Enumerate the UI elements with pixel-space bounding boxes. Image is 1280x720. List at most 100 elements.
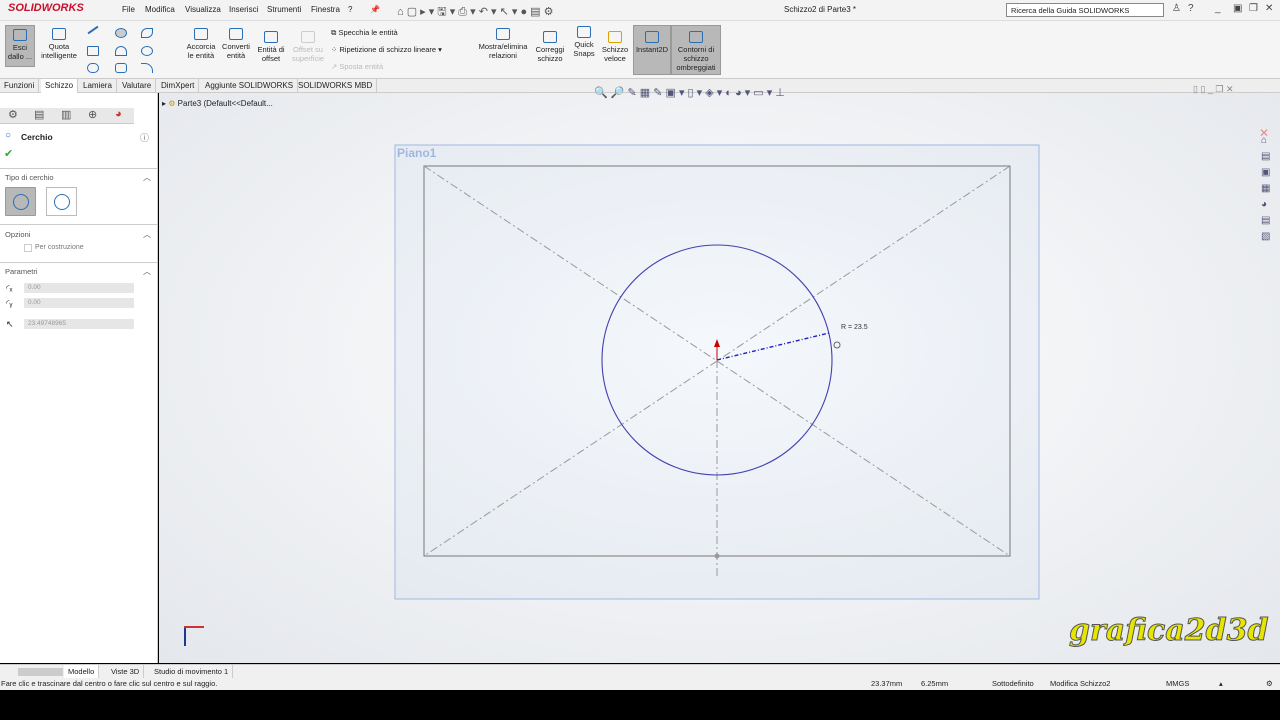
menu-finestra[interactable]: Finestra bbox=[311, 5, 340, 14]
arc-tool-icon[interactable] bbox=[115, 46, 127, 56]
instant2d-button[interactable]: Instant2D bbox=[633, 25, 671, 75]
status-x: 23.37mm bbox=[871, 679, 903, 688]
relations-button[interactable]: Mostra/elimina relazioni bbox=[476, 28, 530, 60]
tab-modello[interactable]: Modello bbox=[64, 665, 100, 679]
triad-x-axis bbox=[184, 626, 204, 628]
property-manager-tab-icon[interactable]: ▤ bbox=[34, 108, 44, 121]
feature-manager-tab-icon[interactable]: ⚙ bbox=[8, 108, 18, 121]
status-y: 6.25mm bbox=[921, 679, 949, 688]
radius-readout: R = 23.5 bbox=[841, 324, 868, 331]
linear-pattern-button[interactable]: ⁘ Ripetizione di schizzo lineare ▾ bbox=[331, 45, 442, 54]
line-tool-icon[interactable] bbox=[87, 25, 99, 35]
menu-help[interactable]: ? bbox=[348, 5, 352, 14]
collapse-icon[interactable]: ︿ bbox=[143, 172, 151, 183]
menu-file[interactable]: File bbox=[122, 5, 135, 14]
quick-snaps-icon bbox=[577, 26, 591, 38]
tab-mbd[interactable]: SOLIDWORKS MBD bbox=[294, 79, 378, 93]
center-x-icon: ◜ₓ bbox=[6, 283, 13, 293]
help-icon[interactable]: ⓘ bbox=[140, 131, 149, 144]
property-manager: ⚙ ▤ ▥ ⊕ ◕ ○ Cerchio ⓘ ✔ Tipo di cerchio … bbox=[0, 93, 158, 663]
configuration-manager-tab-icon[interactable]: ▥ bbox=[61, 108, 71, 121]
center-circle-button[interactable] bbox=[5, 187, 36, 216]
relations-icon bbox=[496, 28, 510, 40]
help-search-input[interactable]: Ricerca della Guida SOLIDWORKS bbox=[1006, 3, 1164, 17]
user-icon[interactable]: ♙ bbox=[1172, 3, 1181, 14]
linear-pattern-label: Ripetizione di schizzo lineare bbox=[339, 45, 437, 54]
offset-entities-button[interactable]: Entità di offset bbox=[255, 31, 287, 63]
exit-sketch-button[interactable]: Esci dallo ... bbox=[5, 25, 35, 67]
quick-snaps-button[interactable]: Quick Snaps bbox=[571, 26, 597, 58]
quick-access-toolbar[interactable]: ⌂ ▢ ▸ ▾ 🖫 ▾ ⎙ ▾ ↶ ▾ ↖ ▾ ● ▤ ⚙ bbox=[397, 3, 553, 22]
tab-funzioni[interactable]: Funzioni bbox=[0, 79, 40, 93]
collapse-icon[interactable]: ︿ bbox=[143, 229, 151, 240]
tile-button[interactable]: ▣ bbox=[1233, 3, 1242, 14]
smart-dimension-button[interactable]: Quota intelligente bbox=[38, 28, 80, 60]
shaded-contours-button[interactable]: Contorni di schizzo ombreggiati bbox=[671, 25, 721, 75]
center-y-icon: ◜ᵧ bbox=[6, 298, 13, 308]
move-entities-button[interactable]: ↗ Sposta entità bbox=[331, 62, 383, 71]
rapid-sketch-button[interactable]: Schizzo veloce bbox=[600, 31, 630, 63]
offset-icon bbox=[264, 31, 278, 43]
circle-type-heading: Tipo di cerchio bbox=[5, 173, 54, 182]
sketch-canvas[interactable] bbox=[159, 93, 1280, 663]
menu-modifica[interactable]: Modifica bbox=[145, 5, 175, 14]
menu-inserisci[interactable]: Inserisci bbox=[229, 5, 258, 14]
menu-strumenti[interactable]: Strumenti bbox=[267, 5, 301, 14]
midpoint bbox=[714, 553, 720, 559]
plane-label: Piano1 bbox=[397, 146, 437, 160]
panel-title: Cerchio bbox=[21, 132, 53, 142]
circle-icon: ○ bbox=[5, 130, 12, 141]
circle-tool-icon[interactable] bbox=[115, 28, 127, 38]
units-dropdown-icon[interactable]: ▴ bbox=[1219, 679, 1223, 688]
sketch-tools-group bbox=[85, 25, 180, 77]
ok-check-icon[interactable]: ✔ bbox=[4, 147, 13, 160]
graphics-area[interactable]: ▸ ⚙ Parte3 (Default<<Default... 🔍 🔎 ✎ ▦ … bbox=[159, 84, 1280, 663]
ellipse-tool-icon[interactable] bbox=[141, 46, 153, 56]
instant2d-label: Instant2D bbox=[635, 45, 669, 54]
offset-label: Entità di offset bbox=[257, 45, 285, 63]
slot-tool-icon[interactable] bbox=[87, 63, 99, 73]
collapse-icon[interactable]: ︿ bbox=[143, 266, 151, 277]
bottom-tabs: Modello Viste 3D Studio di movimento 1 bbox=[0, 664, 1280, 679]
help-icon[interactable]: ? bbox=[1188, 3, 1194, 14]
offset-surface-button[interactable]: Offset su superficie bbox=[290, 31, 326, 63]
convert-entities-button[interactable]: Converti entità bbox=[219, 28, 253, 60]
offset-surface-label: Offset su superficie bbox=[291, 45, 325, 63]
construction-checkbox[interactable] bbox=[24, 244, 32, 252]
pin-icon[interactable]: 📌 bbox=[370, 5, 380, 14]
solidworks-logo: SOLIDWORKS bbox=[8, 2, 84, 14]
polygon-tool-icon[interactable] bbox=[115, 63, 127, 73]
close-button[interactable]: ✕ bbox=[1265, 3, 1273, 14]
repair-sketch-button[interactable]: Correggi schizzo bbox=[533, 31, 567, 63]
center-x-field[interactable]: 0.00 bbox=[24, 283, 134, 293]
tab-scroll-arrows[interactable] bbox=[18, 668, 63, 676]
tab-dimxpert[interactable]: DimXpert bbox=[157, 79, 200, 93]
spline-tool-icon[interactable] bbox=[141, 28, 153, 38]
manager-tabs: ⚙ ▤ ▥ ⊕ ◕ bbox=[0, 108, 134, 124]
tooltip-icon[interactable]: ⚙ bbox=[1266, 679, 1273, 688]
tab-schizzo[interactable]: Schizzo bbox=[41, 79, 79, 93]
perimeter-circle-button[interactable] bbox=[46, 187, 77, 216]
mirror-button[interactable]: ⧉ Specchia le entità bbox=[331, 28, 398, 38]
menu-visualizza[interactable]: Visualizza bbox=[185, 5, 221, 14]
center-y-field[interactable]: 0.00 bbox=[24, 298, 134, 308]
restore-button[interactable]: ❐ bbox=[1249, 3, 1258, 14]
tab-aggiunte[interactable]: Aggiunte SOLIDWORKS bbox=[201, 79, 299, 93]
minimize-button[interactable]: _ bbox=[1215, 3, 1221, 14]
tab-valutare[interactable]: Valutare bbox=[118, 79, 157, 93]
fillet-tool-icon[interactable] bbox=[141, 63, 153, 73]
display-manager-tab-icon[interactable]: ◕ bbox=[115, 108, 122, 120]
rectangle-tool-icon[interactable] bbox=[87, 46, 99, 56]
units-selector[interactable]: MMGS bbox=[1166, 679, 1189, 688]
triad-y-axis bbox=[184, 626, 186, 646]
dimxpert-tab-icon[interactable]: ⊕ bbox=[88, 108, 97, 121]
tab-viste-3d[interactable]: Viste 3D bbox=[107, 665, 145, 679]
instant2d-icon bbox=[645, 31, 659, 43]
tab-motion-study[interactable]: Studio di movimento 1 bbox=[150, 665, 234, 679]
status-editing: Modifica Schizzo2 bbox=[1050, 679, 1111, 688]
trim-button[interactable]: Accorcia le entità bbox=[184, 28, 218, 60]
tab-lamiera[interactable]: Lamiera bbox=[79, 79, 117, 93]
exit-sketch-label: Esci dallo ... bbox=[7, 43, 33, 61]
status-definition: Sottodefinito bbox=[992, 679, 1034, 688]
radius-field[interactable]: 23.49748965 bbox=[24, 319, 134, 329]
